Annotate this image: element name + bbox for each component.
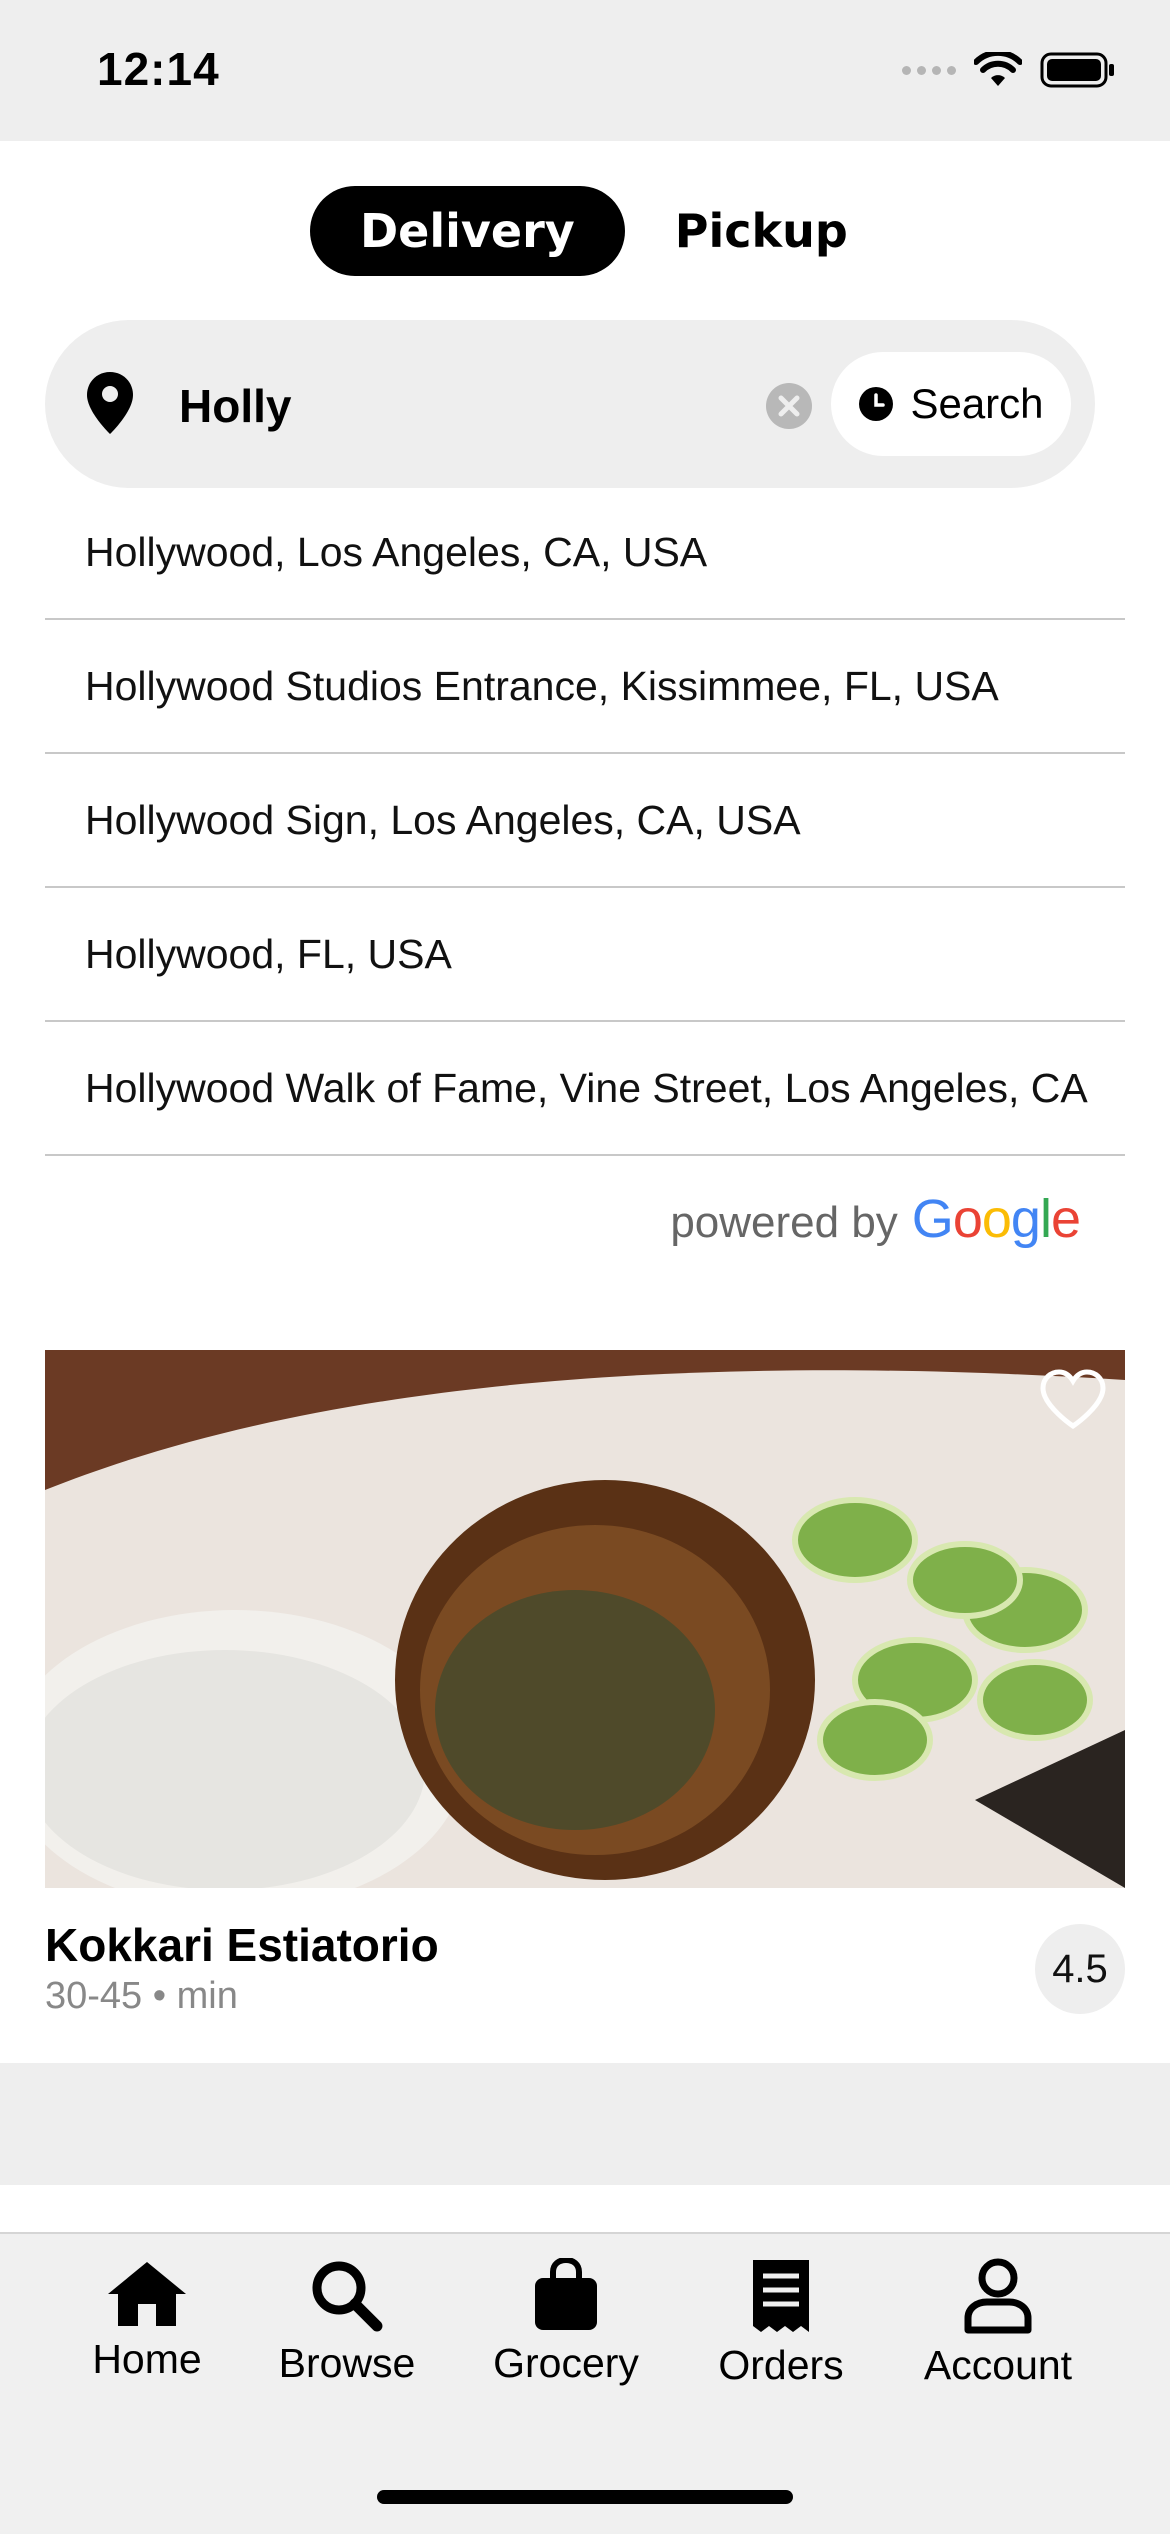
next-restaurant-card bbox=[45, 2185, 1125, 2233]
status-bar: 12:14 bbox=[0, 0, 1170, 141]
tab-label: Orders bbox=[718, 2342, 844, 2388]
person-icon bbox=[964, 2258, 1032, 2334]
address-search-bar: Search bbox=[45, 320, 1095, 488]
search-button[interactable]: Search bbox=[831, 352, 1071, 456]
delivery-toggle-button[interactable]: Delivery bbox=[310, 186, 625, 276]
delivery-time-unit: min bbox=[176, 1975, 238, 2017]
tab-label: Home bbox=[92, 2336, 202, 2382]
receipt-icon bbox=[753, 2260, 809, 2332]
cellular-signal-icon bbox=[902, 65, 956, 75]
suggestion-item[interactable]: Hollywood, FL, USA bbox=[45, 888, 1125, 1022]
status-time: 12:14 bbox=[97, 43, 220, 95]
delivery-pickup-toggle: Delivery Pickup bbox=[310, 186, 898, 276]
search-button-label: Search bbox=[910, 380, 1044, 427]
location-pin-icon bbox=[87, 372, 133, 434]
rating-badge: 4.5 bbox=[1035, 1924, 1125, 2014]
pickup-toggle-button[interactable]: Pickup bbox=[625, 186, 898, 276]
tab-home[interactable]: Home bbox=[47, 2258, 247, 2383]
delivery-time: 30-45 • min bbox=[45, 1975, 238, 2018]
clear-search-icon[interactable] bbox=[765, 382, 813, 430]
clock-icon bbox=[859, 387, 894, 421]
suggestion-item[interactable]: Hollywood Walk of Fame, Vine Street, Los… bbox=[45, 1022, 1125, 1156]
restaurant-photo[interactable] bbox=[45, 1350, 1125, 1888]
favorite-heart-icon[interactable] bbox=[1039, 1368, 1107, 1430]
status-icons bbox=[902, 52, 1116, 88]
bag-icon bbox=[535, 2258, 597, 2330]
tab-label: Account bbox=[923, 2342, 1073, 2388]
home-icon bbox=[108, 2262, 186, 2326]
search-icon bbox=[312, 2261, 383, 2332]
food-illustration bbox=[45, 1350, 1125, 1888]
tab-grocery[interactable]: Grocery bbox=[466, 2258, 666, 2387]
tab-label: Browse bbox=[278, 2340, 416, 2386]
tab-browse[interactable]: Browse bbox=[247, 2258, 447, 2387]
google-logo: Google bbox=[911, 1189, 1081, 1249]
tab-account[interactable]: Account bbox=[898, 2258, 1098, 2389]
tab-orders[interactable]: Orders bbox=[681, 2258, 881, 2389]
address-search-input[interactable] bbox=[177, 370, 771, 442]
tab-label: Grocery bbox=[493, 2340, 639, 2386]
suggestion-item[interactable]: Hollywood Studios Entrance, Kissimmee, F… bbox=[45, 620, 1125, 754]
suggestion-item[interactable]: Hollywood, Los Angeles, CA, USA bbox=[45, 486, 1125, 620]
battery-icon bbox=[1040, 52, 1114, 88]
suggestion-item[interactable]: Hollywood Sign, Los Angeles, CA, USA bbox=[45, 754, 1125, 888]
delivery-time-range: 30-45 bbox=[45, 1975, 143, 2017]
home-indicator bbox=[377, 2490, 793, 2504]
powered-by-google: powered by Google bbox=[670, 1188, 1081, 1250]
wifi-icon bbox=[974, 52, 1022, 86]
section-divider bbox=[0, 2063, 1170, 2185]
restaurant-name[interactable]: Kokkari Estiatorio bbox=[45, 1918, 439, 1972]
address-suggestion-list: Hollywood, Los Angeles, CA, USA Hollywoo… bbox=[45, 486, 1125, 1156]
meta-separator: • bbox=[152, 1975, 167, 2017]
bottom-tab-bar: Home Browse Grocery Orders Account bbox=[0, 2232, 1170, 2534]
powered-by-label: powered by bbox=[670, 1198, 898, 1247]
